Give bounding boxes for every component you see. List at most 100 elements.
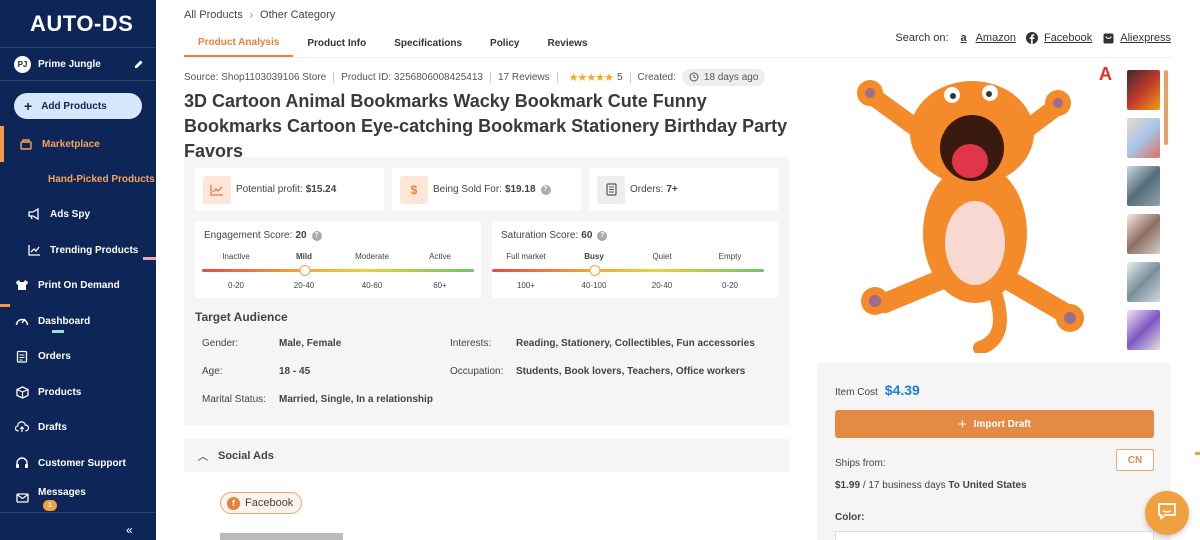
sidebar-item-hand-picked[interactable]: Hand-Picked Products bbox=[0, 168, 156, 190]
occupation-value: Students, Book lovers, Teachers, Office … bbox=[516, 366, 746, 377]
envelope-icon bbox=[15, 491, 29, 505]
saturation-slider-knob bbox=[589, 265, 601, 276]
dashboard-marker bbox=[52, 330, 64, 333]
pod-marker bbox=[0, 304, 10, 307]
engagement-label: Engagement Score: bbox=[204, 230, 293, 241]
level-label: Mild bbox=[296, 252, 312, 261]
help-icon[interactable]: ? bbox=[597, 230, 608, 241]
created-badge: 18 days ago bbox=[681, 68, 766, 86]
add-products-button[interactable]: + Add Products bbox=[14, 93, 142, 119]
thumbnail[interactable] bbox=[1127, 70, 1160, 110]
import-draft-button[interactable]: + Import Draft bbox=[835, 410, 1154, 438]
tab-policy[interactable]: Policy bbox=[476, 30, 533, 57]
aliexpress-logo: A bbox=[1099, 64, 1112, 84]
orders-value: 7+ bbox=[666, 184, 678, 195]
edit-pencil-icon[interactable] bbox=[134, 59, 144, 69]
product-title: 3D Cartoon Animal Bookmarks Wacky Bookma… bbox=[184, 91, 788, 161]
ad-thumbnail[interactable] bbox=[220, 533, 343, 540]
sidebar-item-print-on-demand[interactable]: Print On Demand bbox=[0, 274, 156, 296]
level-label: Empty bbox=[718, 252, 742, 261]
plus-icon: + bbox=[958, 415, 967, 433]
sidebar-item-label: Marketplace bbox=[42, 138, 100, 150]
sidebar-divider bbox=[0, 512, 156, 513]
thumbnail[interactable] bbox=[1127, 262, 1160, 302]
ships-from-cn-option[interactable]: CN bbox=[1116, 449, 1154, 471]
created-value: 18 days ago bbox=[703, 71, 759, 83]
thumbnail[interactable] bbox=[1127, 310, 1160, 350]
sidebar-item-marketplace[interactable]: Marketplace bbox=[0, 133, 156, 155]
import-draft-label: Import Draft bbox=[973, 418, 1031, 430]
reviews-count[interactable]: 17 Reviews bbox=[498, 72, 550, 83]
breadcrumb-category[interactable]: Other Category bbox=[260, 9, 335, 21]
search-facebook-link[interactable]: Facebook bbox=[1025, 32, 1093, 44]
tab-product-info[interactable]: Product Info bbox=[293, 30, 380, 57]
sidebar-item-products[interactable]: Products bbox=[0, 381, 156, 403]
sidebar-item-messages[interactable]: Messages bbox=[0, 481, 156, 503]
thumbnail-scrollbar[interactable] bbox=[1164, 70, 1168, 145]
help-icon[interactable]: ? bbox=[540, 184, 551, 195]
potential-profit-card: Potential profit: $15.24 bbox=[195, 168, 384, 211]
link-label: Facebook bbox=[1043, 32, 1093, 44]
tab-reviews[interactable]: Reviews bbox=[534, 30, 602, 57]
user-profile[interactable]: PJ Prime Jungle bbox=[14, 55, 144, 73]
autods-logo[interactable]: AUTO-DS bbox=[30, 11, 133, 37]
shipping-days: / 17 business days bbox=[862, 480, 946, 491]
tab-product-analysis[interactable]: Product Analysis bbox=[184, 30, 294, 57]
engagement-title: Engagement Score: 20 ? bbox=[204, 230, 322, 241]
headset-icon bbox=[15, 456, 29, 470]
chevron-up-icon: ︿ bbox=[198, 452, 208, 463]
sidebar-item-dashboard[interactable]: Dashboard bbox=[0, 310, 156, 332]
facebook-filter-chip[interactable]: f Facebook bbox=[220, 492, 303, 514]
sidebar-item-customer-support[interactable]: Customer Support bbox=[0, 452, 156, 474]
sidebar-item-label: Products bbox=[38, 386, 82, 398]
trending-marker bbox=[143, 257, 156, 260]
source-store[interactable]: Source: Shop1103039106 Store bbox=[184, 72, 326, 83]
link-label: Aliexpress bbox=[1120, 32, 1171, 44]
item-cost-label: Item Cost bbox=[835, 387, 878, 398]
facebook-icon bbox=[1025, 32, 1038, 44]
sidebar-item-ads-spy[interactable]: Ads Spy bbox=[0, 203, 156, 225]
search-aliexpress-link[interactable]: Aliexpress bbox=[1102, 32, 1171, 44]
help-icon[interactable]: ? bbox=[311, 230, 322, 241]
breadcrumb-all-products[interactable]: All Products bbox=[184, 9, 243, 21]
social-ads-accordion[interactable]: ︿ Social Ads bbox=[184, 439, 789, 472]
divider bbox=[333, 71, 335, 83]
chip-label: Facebook bbox=[245, 497, 294, 509]
chat-button[interactable] bbox=[1145, 491, 1189, 535]
level-label: Inactive bbox=[222, 252, 250, 261]
level-label: Full market bbox=[506, 252, 546, 261]
cloud-upload-icon bbox=[15, 420, 29, 434]
search-amazon-link[interactable]: a Amazon bbox=[958, 32, 1016, 44]
being-sold-card: $ Being Sold For: $19.18 ? bbox=[392, 168, 581, 211]
user-name: Prime Jungle bbox=[38, 58, 101, 70]
amazon-icon: a bbox=[960, 32, 967, 44]
sidebar-item-label: Messages bbox=[38, 486, 86, 498]
age-value: 18 - 45 bbox=[279, 366, 311, 377]
collapse-sidebar-button[interactable]: « bbox=[126, 523, 133, 537]
sidebar-item-trending[interactable]: Trending Products bbox=[0, 239, 156, 261]
product-main-image[interactable] bbox=[830, 63, 1120, 355]
marital-status-label: Marital Status: bbox=[202, 394, 266, 405]
color-selector[interactable] bbox=[835, 531, 1154, 540]
saturation-value: 60 bbox=[581, 230, 593, 241]
add-products-label: Add Products bbox=[41, 100, 107, 112]
range-label: 20-40 bbox=[651, 281, 673, 290]
profit-label: Potential profit: bbox=[236, 184, 303, 195]
search-on-label: Search on: bbox=[895, 32, 949, 44]
box-icon bbox=[15, 385, 29, 399]
product-id: Product ID: 3256806008425413 bbox=[341, 71, 483, 83]
sidebar-item-drafts[interactable]: Drafts bbox=[0, 416, 156, 438]
receipt-icon bbox=[597, 175, 625, 204]
dollar-icon: $ bbox=[400, 175, 428, 204]
gauge-icon bbox=[15, 314, 29, 328]
tab-specifications[interactable]: Specifications bbox=[380, 30, 476, 57]
sidebar-item-orders[interactable]: Orders bbox=[0, 345, 156, 367]
thumbnail[interactable] bbox=[1127, 166, 1160, 206]
sidebar-item-label: Orders bbox=[38, 350, 71, 362]
interests-value: Reading, Stationery, Collectibles, Fun a… bbox=[516, 338, 755, 349]
divider bbox=[629, 71, 631, 83]
edge-marker bbox=[1195, 452, 1200, 455]
thumbnail[interactable] bbox=[1127, 118, 1160, 158]
thumbnail[interactable] bbox=[1127, 214, 1160, 254]
sold-label: Being Sold For: bbox=[433, 184, 502, 195]
